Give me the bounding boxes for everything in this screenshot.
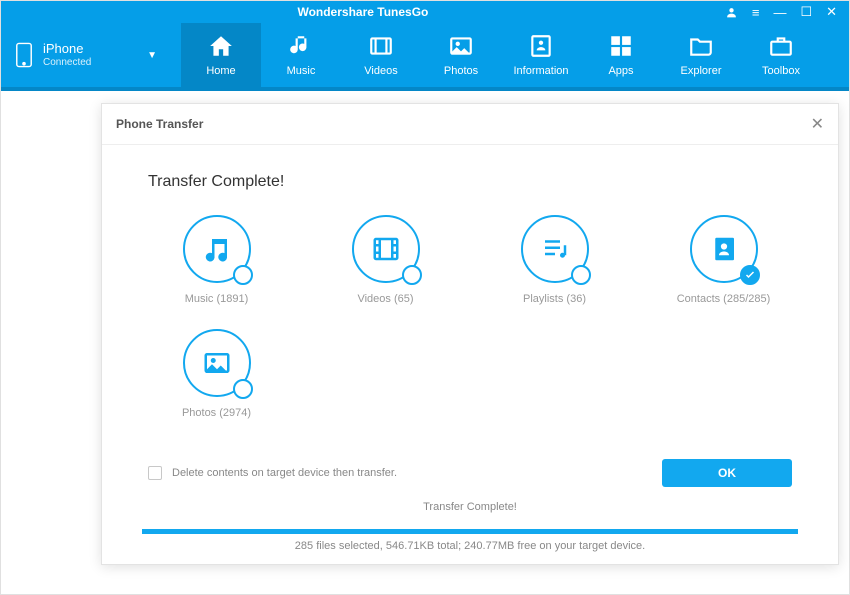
item-contacts: Contacts (285/285) bbox=[649, 215, 798, 305]
item-music-label: Music (1891) bbox=[185, 293, 249, 305]
ok-button[interactable]: OK bbox=[662, 459, 792, 487]
device-selector[interactable]: iPhone Connected ▼ bbox=[1, 23, 171, 87]
toolbox-icon bbox=[768, 33, 794, 59]
delete-checkbox-label: Delete contents on target device then tr… bbox=[172, 467, 397, 479]
nav-tabs: Home Music Videos Photos Information App… bbox=[181, 23, 821, 87]
close-icon[interactable]: ✕ bbox=[811, 114, 824, 134]
phone-icon bbox=[15, 42, 33, 68]
music-note-icon bbox=[202, 234, 232, 264]
playlist-icon bbox=[540, 234, 570, 264]
window-controls: ≡ — ☐ ✕ bbox=[725, 4, 849, 20]
modal-footer-row: Delete contents on target device then tr… bbox=[142, 459, 798, 487]
user-icon[interactable] bbox=[725, 4, 738, 20]
music-icon bbox=[288, 33, 314, 59]
tab-photos[interactable]: Photos bbox=[421, 23, 501, 87]
status-badge-complete bbox=[740, 265, 760, 285]
tab-information[interactable]: Information bbox=[501, 23, 581, 87]
titlebar: Wondershare TunesGo ≡ — ☐ ✕ bbox=[1, 1, 849, 23]
item-playlists-label: Playlists (36) bbox=[523, 293, 586, 305]
status-badge bbox=[233, 265, 253, 285]
status-badge bbox=[233, 379, 253, 399]
transfer-status: Transfer Complete! bbox=[142, 501, 798, 513]
item-photos-label: Photos (2974) bbox=[182, 407, 251, 419]
photo-icon bbox=[202, 348, 232, 378]
apps-icon bbox=[608, 33, 634, 59]
tab-apps-label: Apps bbox=[608, 65, 633, 77]
check-icon bbox=[744, 269, 756, 281]
tab-explorer-label: Explorer bbox=[681, 65, 722, 77]
tab-music[interactable]: Music bbox=[261, 23, 341, 87]
item-videos-circle[interactable] bbox=[352, 215, 420, 283]
tab-videos-label: Videos bbox=[364, 65, 397, 77]
home-icon bbox=[208, 33, 234, 59]
tab-home-label: Home bbox=[206, 65, 235, 77]
app-title: Wondershare TunesGo bbox=[1, 5, 725, 19]
item-music: Music (1891) bbox=[142, 215, 291, 305]
device-text: iPhone Connected bbox=[43, 42, 91, 67]
delete-checkbox[interactable] bbox=[148, 466, 162, 480]
tab-home[interactable]: Home bbox=[181, 23, 261, 87]
tab-information-label: Information bbox=[513, 65, 568, 77]
item-videos-label: Videos (65) bbox=[357, 293, 413, 305]
menu-icon[interactable]: ≡ bbox=[752, 4, 760, 20]
maximize-icon[interactable]: ☐ bbox=[800, 4, 812, 20]
videos-icon bbox=[368, 33, 394, 59]
explorer-icon bbox=[688, 33, 714, 59]
tab-toolbox[interactable]: Toolbox bbox=[741, 23, 821, 87]
tab-toolbox-label: Toolbox bbox=[762, 65, 800, 77]
transfer-summary: 285 files selected, 546.71KB total; 240.… bbox=[102, 534, 838, 564]
tab-music-label: Music bbox=[287, 65, 316, 77]
item-photos: Photos (2974) bbox=[142, 329, 291, 419]
film-icon bbox=[371, 234, 401, 264]
item-contacts-label: Contacts (285/285) bbox=[677, 293, 771, 305]
content-area: Phone Transfer ✕ Transfer Complete! Musi… bbox=[1, 91, 849, 594]
item-playlists-circle[interactable] bbox=[521, 215, 589, 283]
information-icon bbox=[528, 33, 554, 59]
status-badge bbox=[402, 265, 422, 285]
tab-apps[interactable]: Apps bbox=[581, 23, 661, 87]
tab-explorer[interactable]: Explorer bbox=[661, 23, 741, 87]
modal-body: Transfer Complete! Music (1891) Videos (… bbox=[102, 145, 838, 523]
transfer-items-grid: Music (1891) Videos (65) Playlists (36) bbox=[142, 215, 798, 419]
tab-photos-label: Photos bbox=[444, 65, 478, 77]
navbar: iPhone Connected ▼ Home Music Videos Pho… bbox=[1, 23, 849, 91]
minimize-icon[interactable]: — bbox=[773, 4, 786, 20]
item-contacts-circle[interactable] bbox=[690, 215, 758, 283]
chevron-down-icon: ▼ bbox=[147, 50, 157, 61]
status-badge bbox=[571, 265, 591, 285]
transfer-heading: Transfer Complete! bbox=[148, 173, 798, 191]
photos-icon bbox=[448, 33, 474, 59]
modal-header: Phone Transfer ✕ bbox=[102, 104, 838, 145]
device-name: iPhone bbox=[43, 42, 91, 56]
item-music-circle[interactable] bbox=[183, 215, 251, 283]
item-playlists: Playlists (36) bbox=[480, 215, 629, 305]
item-videos: Videos (65) bbox=[311, 215, 460, 305]
contacts-icon bbox=[709, 234, 739, 264]
close-window-icon[interactable]: ✕ bbox=[826, 4, 837, 20]
tab-videos[interactable]: Videos bbox=[341, 23, 421, 87]
item-photos-circle[interactable] bbox=[183, 329, 251, 397]
device-status: Connected bbox=[43, 57, 91, 68]
modal-title: Phone Transfer bbox=[116, 117, 203, 131]
phone-transfer-modal: Phone Transfer ✕ Transfer Complete! Musi… bbox=[101, 103, 839, 565]
